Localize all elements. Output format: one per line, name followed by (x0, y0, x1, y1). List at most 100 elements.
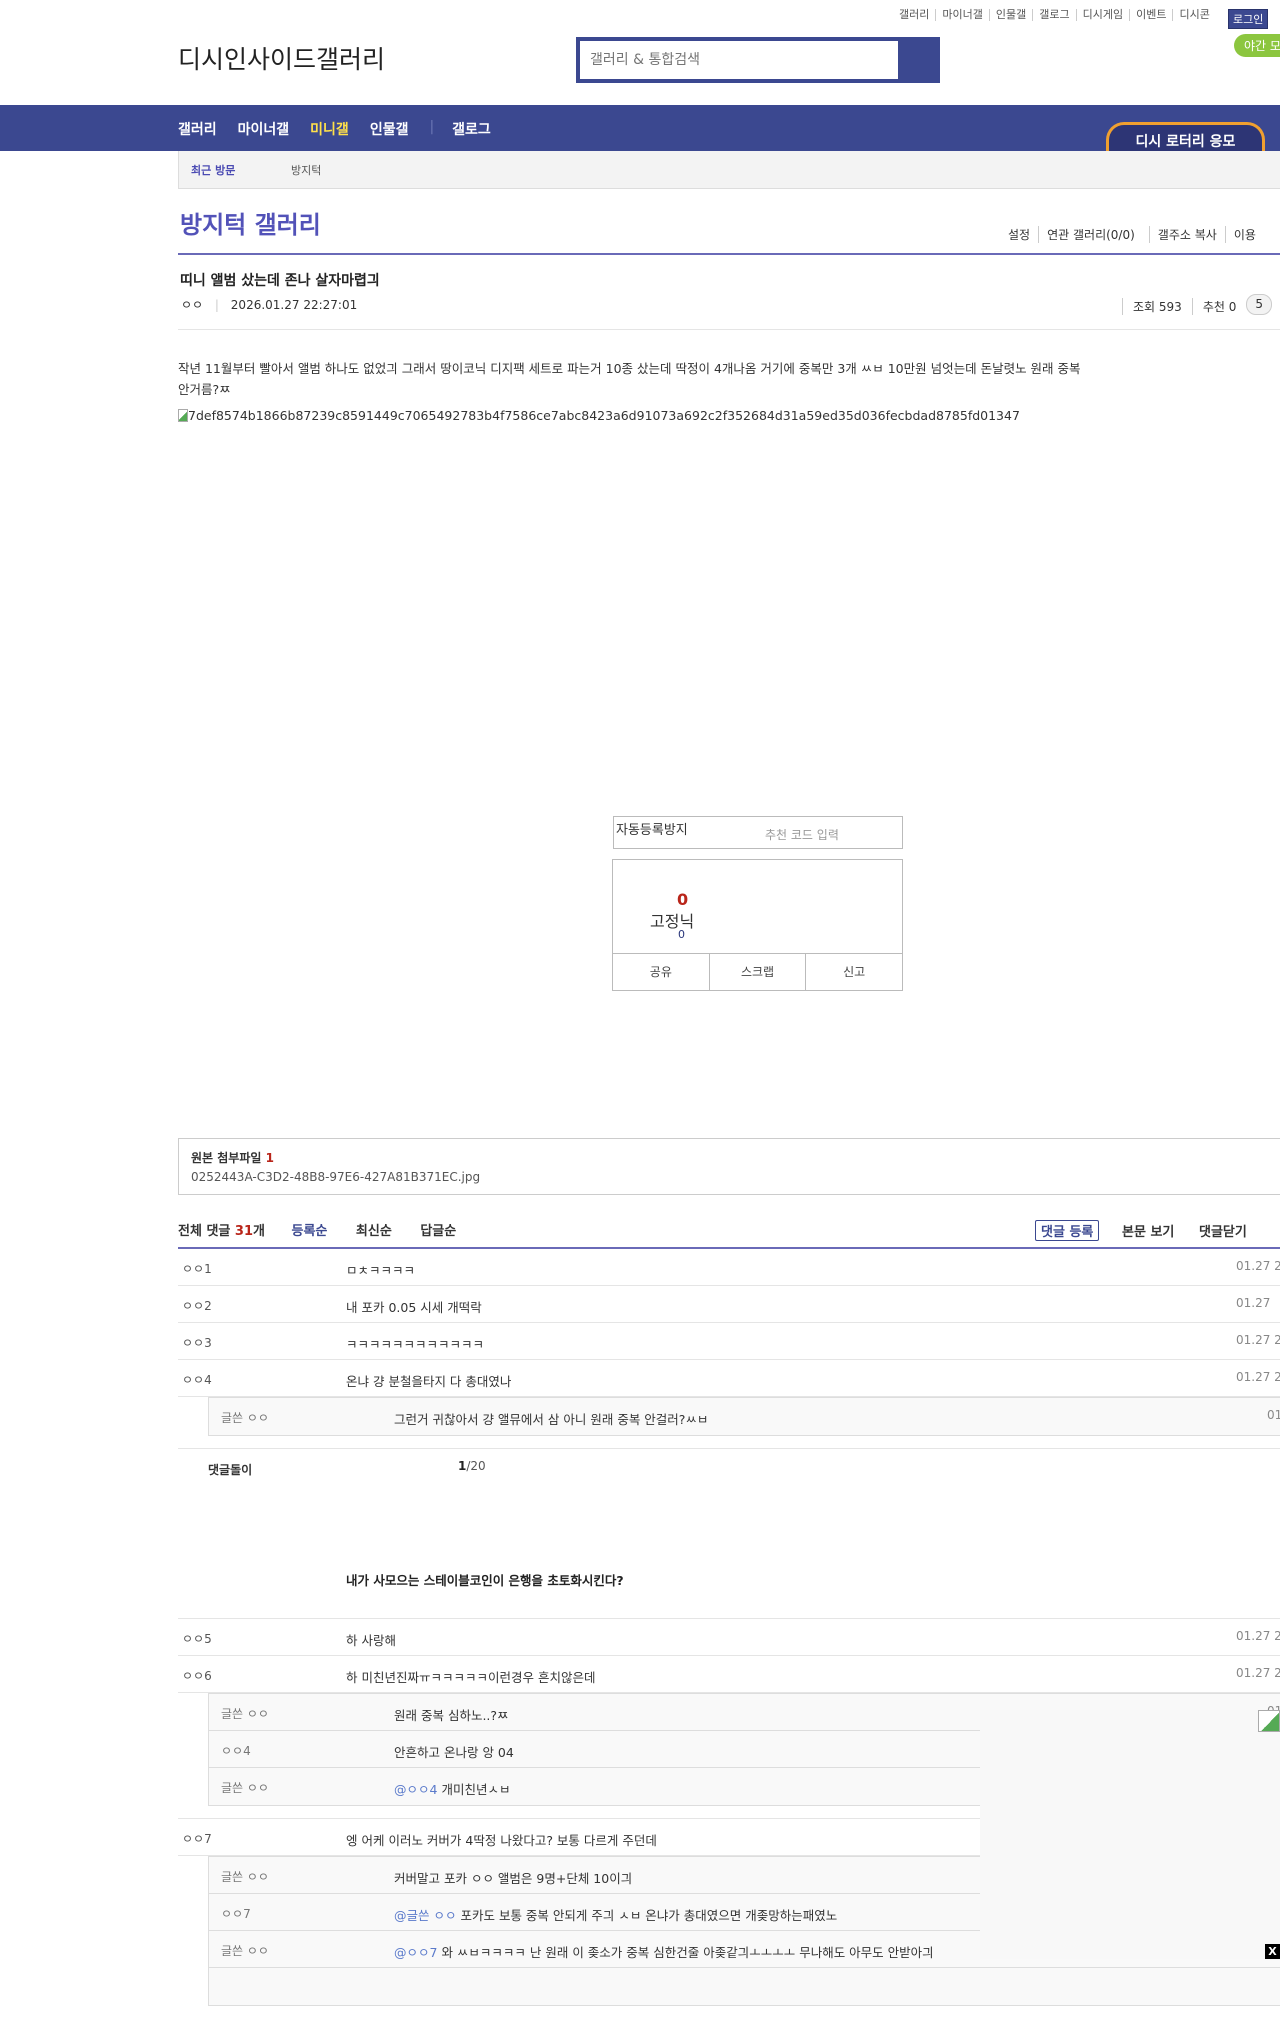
comment-body: 원래 중복 심하노..?ㅉ (394, 1708, 509, 1723)
comment-bot-ad[interactable]: 내가 사모으는 스테이블코인이 은행을 초토화시킨다? (346, 1570, 624, 1589)
post-image: 7def8574b1866b87239c8591449c7065492783b4… (178, 408, 1020, 423)
comment-nick[interactable]: 글쓴 ㅇㅇ (221, 1779, 269, 1796)
comment-text: 하 사랑해 (346, 1630, 396, 1649)
comment-text: 하 미친년진짜ㅠㅋㅋㅋㅋㅋ이런경우 흔치않은데 (346, 1667, 595, 1686)
gallery-menu: 설정 연관 갤러리(0/0) 갤주소 복사 이용 (1000, 226, 1264, 243)
write-comment-button[interactable]: 댓글 등록 (1035, 1220, 1100, 1241)
recommend-code-box: 자동등록방지 추천 코드 입력 (613, 816, 903, 849)
top-link[interactable]: 이벤트 (1129, 9, 1172, 21)
comment-body: ㅋㅋㅋㅋㅋㅋㅋㅋㅋㅋㅋㅋ (346, 1337, 485, 1352)
recommend-code-input[interactable]: 추천 코드 입력 (765, 826, 839, 843)
comment-nick[interactable]: ㅇㅇ1 (182, 1260, 212, 1277)
related-galleries-link[interactable]: 연관 갤러리(0/0) (1038, 226, 1143, 243)
comment-text: 그런거 귀찮아서 걍 앨뮤에서 삼 아니 원래 중복 안걸러?ㅆㅂ (394, 1409, 708, 1428)
recent-item[interactable]: 방지턱 (291, 162, 321, 178)
top-link[interactable]: 디시게임 (1075, 9, 1129, 21)
comment-body: 와 ㅆㅂㅋㅋㅋㅋ 난 원래 이 좆소가 중복 심한건줄 아좆같긔ㅗㅗㅗㅗ 무나해… (441, 1945, 934, 1960)
share-button[interactable]: 공유 (613, 954, 709, 990)
attachment-count: 1 (265, 1151, 274, 1165)
comment-body: 안흔하고 온나랑 앙 04 (394, 1745, 514, 1760)
nav-person[interactable]: 인물갤 (370, 119, 409, 139)
comment-bot-pager: 1/20 (458, 1459, 486, 1473)
comment-body: 온냐 걍 분철을타지 다 총대였나 (346, 1374, 512, 1389)
top-link[interactable]: 인물갤 (988, 9, 1032, 21)
fixed-nick-image: 고정닉 (650, 912, 695, 931)
comment-date: 01.27 22: (1236, 1333, 1280, 1347)
comment-nick[interactable]: ㅇㅇ3 (182, 1334, 212, 1351)
view-count: 조회 593 (1122, 298, 1192, 315)
comment-text: @글쓴 ㅇㅇ 포카도 보통 중복 안되게 주긔 ㅅㅂ 온냐가 총대였으면 개좆망… (394, 1905, 837, 1924)
comment-mention[interactable]: @ㅇㅇ4 (394, 1782, 437, 1797)
login-button[interactable]: 로그인 (1228, 9, 1269, 29)
attachment-label: 원본 첨부파일 (191, 1151, 262, 1165)
sort-replies[interactable]: 답글순 (420, 1224, 456, 1239)
top-link[interactable]: 디시콘 (1172, 9, 1215, 21)
gallery-title[interactable]: 방지턱 갤러리 (180, 205, 321, 240)
usage-link[interactable]: 이용 (1224, 226, 1264, 243)
upvote-count[interactable]: 0 (677, 890, 688, 909)
comment-date: 01.27 22: (1236, 1370, 1280, 1384)
comment-nick[interactable]: ㅇㅇ4 (182, 1371, 212, 1388)
top-links: 갤러리 마이너갤 인물갤 갤로그 디시게임 이벤트 디시콘 (893, 9, 1216, 21)
attachment-file[interactable]: 0252443A-C3D2-48B8-97E6-427A81B371EC.jpg (191, 1170, 1275, 1184)
post-body: 작년 11월부터 빨아서 앨범 하나도 없었긔 그래서 땅이코닉 디지팩 세트로… (178, 361, 1081, 397)
comment-nick[interactable]: ㅇㅇ7 (182, 1830, 212, 1847)
sort-registered[interactable]: 등록순 (292, 1224, 328, 1239)
comment-text: 안흔하고 온나랑 앙 04 (394, 1742, 514, 1761)
comment-body: 하 미친년진짜ㅠㅋㅋㅋㅋㅋ이런경우 흔치않은데 (346, 1670, 596, 1685)
comment-text: 커버말고 포카 ㅇㅇ 앨범은 9명+단체 10이긔 (394, 1868, 632, 1887)
close-comments-button[interactable]: 댓글닫기 (1199, 1221, 1247, 1240)
comment-mention[interactable]: @글쓴 ㅇㅇ (394, 1908, 456, 1923)
report-button[interactable]: 신고 (805, 954, 902, 990)
comment-nick[interactable]: 글쓴 ㅇㅇ (221, 1705, 269, 1722)
view-body-button[interactable]: 본문 보기 (1122, 1221, 1174, 1240)
post-meta: ㅇㅇ | 2026.01.27 22:27:01 (181, 298, 358, 312)
comment-nick[interactable]: 글쓴 ㅇㅇ (221, 1942, 269, 1959)
comment-count-badge[interactable]: 5 (1246, 294, 1272, 315)
comment-nick[interactable]: ㅇㅇ6 (182, 1667, 212, 1684)
top-link[interactable]: 갤로그 (1032, 9, 1075, 21)
comment-nick[interactable]: ㅇㅇ7 (221, 1905, 251, 1922)
scrap-button[interactable]: 스크랩 (708, 954, 806, 990)
comment-nick[interactable]: 글쓴 ㅇㅇ (221, 1409, 269, 1426)
comment-body: 내 포카 0.05 시세 개떡락 (346, 1300, 482, 1315)
night-mode-toggle[interactable]: 야간 모드 (1234, 34, 1280, 57)
divider (178, 329, 1280, 330)
settings-link[interactable]: 설정 (1000, 226, 1038, 243)
comment-date: 01.27 22: (1236, 1666, 1280, 1680)
sort-latest[interactable]: 최신순 (356, 1224, 392, 1239)
nav-gallog[interactable]: 갤로그 (452, 119, 491, 139)
top-link[interactable]: 마이너갤 (935, 9, 988, 21)
comment-body: ㅁㅊㅋㅋㅋㅋ (346, 1263, 416, 1278)
side-ad-overlay (980, 1710, 1280, 1959)
nav-minor[interactable]: 마이너갤 (238, 119, 290, 139)
reply-group: 글쓴 ㅇㅇ 그런거 귀찮아서 걍 앨뮤에서 삼 아니 원래 중복 안걸러?ㅆㅂ 01… (208, 1397, 1280, 1436)
broken-image-icon (178, 409, 188, 422)
main-nav: 갤러리 마이너갤 미니갤 인물갤 | 갤로그 (0, 105, 1280, 151)
close-ad-button[interactable]: X (1265, 1944, 1280, 1959)
comment-mention[interactable]: @ㅇㅇ7 (394, 1945, 437, 1960)
nav-gallery[interactable]: 갤러리 (178, 119, 217, 139)
comment-nick[interactable]: ㅇㅇ5 (182, 1630, 212, 1647)
comment-date: 01.27 22: (1236, 1629, 1280, 1643)
logo[interactable]: 디시인사이드갤러리 (178, 40, 385, 76)
ad-image[interactable] (1258, 1710, 1280, 1732)
search-input[interactable] (580, 41, 898, 79)
comment-nick[interactable]: ㅇㅇ2 (182, 1297, 212, 1314)
comment-nick[interactable]: ㅇㅇ4 (221, 1742, 251, 1759)
post-stats: 조회 593 추천 0 5 (1122, 294, 1272, 315)
comment-text: 원래 중복 심하노..?ㅉ (394, 1705, 509, 1724)
captcha-image: 자동등록방지 (616, 823, 688, 838)
comment-nick[interactable]: 글쓴 ㅇㅇ (221, 1868, 269, 1885)
nav-mini[interactable]: 미니갤 (310, 119, 349, 139)
recent-visits-bar: 최근 방문 방지턱 (178, 151, 1280, 189)
copy-address-link[interactable]: 갤주소 복사 (1148, 226, 1225, 243)
comment-date: 01.27 2 (1267, 1408, 1280, 1422)
comment-row: ㅇㅇ2 내 포카 0.05 시세 개떡락 01.27 (178, 1286, 1280, 1323)
comment-body: 커버말고 포카 ㅇㅇ 앨범은 9명+단체 10이긔 (394, 1871, 633, 1886)
top-link[interactable]: 갤러리 (893, 9, 935, 21)
pager-total: /20 (466, 1459, 486, 1473)
post-author[interactable]: ㅇㅇ (181, 298, 203, 312)
comment-body: 그런거 귀찮아서 걍 앨뮤에서 삼 아니 원래 중복 안걸러?ㅆㅂ (394, 1412, 709, 1427)
comments-header: 전체 댓글 31개 등록순 최신순 답글순 댓글 등록 본문 보기 댓글닫기 (178, 1220, 1280, 1241)
